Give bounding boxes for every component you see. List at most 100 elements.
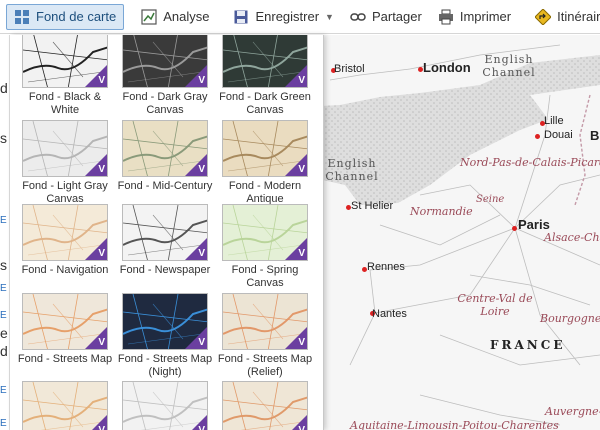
basemap-label: Fond - Newspaper xyxy=(119,264,211,276)
basemap-thumbnail: V xyxy=(22,204,108,261)
vector-badge-label: V xyxy=(98,248,105,259)
vector-badge-label: V xyxy=(198,337,205,348)
analysis-icon xyxy=(141,8,157,25)
basemap-thumbnail: V xyxy=(22,293,108,350)
analysis-button[interactable]: Analyse xyxy=(134,4,216,30)
sea-label: English Channel xyxy=(325,157,379,183)
page-strip-char: s xyxy=(0,130,7,146)
region-label: Auvergne-R xyxy=(545,405,600,418)
city-label: St Helier xyxy=(351,200,394,212)
page-strip-char: d xyxy=(0,343,8,359)
basemap-option[interactable]: V Fond - Dark Green Canvas xyxy=(215,35,315,117)
basemap-option[interactable]: V Fond - Streets Map (Relief) xyxy=(215,293,315,379)
basemap-thumbnail: V xyxy=(122,381,208,430)
save-icon xyxy=(233,9,249,25)
directions-icon xyxy=(534,7,552,26)
country-label: FRANCE xyxy=(490,338,566,352)
basemap-thumbnail: V xyxy=(22,381,108,430)
basemap-thumbnail: V xyxy=(222,120,308,177)
city-marker xyxy=(535,134,540,139)
river-label: Seine xyxy=(476,194,505,205)
basemap-label: Fond - Black & White xyxy=(28,91,102,116)
vector-badge-label: V xyxy=(198,75,205,86)
city-label: Bristol xyxy=(334,63,365,75)
page-strip-char: d xyxy=(0,80,8,96)
basemap-option[interactable]: V Fond - Newspaper xyxy=(115,204,215,277)
basemap-thumbnail: V xyxy=(222,35,308,88)
share-button[interactable]: Partager xyxy=(343,4,429,30)
vector-badge-label: V xyxy=(98,425,105,430)
vector-badge-label: V xyxy=(198,425,205,430)
region-label: Alsace-Cham xyxy=(544,231,600,244)
basemap-thumbnail: V xyxy=(122,293,208,350)
page-strip-char: E xyxy=(0,310,7,321)
basemap-label: Fond - Modern Antique xyxy=(228,180,302,205)
basemap-label: Fond de carte xyxy=(36,9,117,24)
basemap-label: Fond - Mid-Century xyxy=(117,180,213,192)
vector-badge-label: V xyxy=(298,164,305,175)
city-label: Paris xyxy=(518,217,550,232)
basemap-option[interactable]: V Fond - Light Gray Canvas xyxy=(15,120,115,206)
basemap-label: Fond - Light Gray Canvas xyxy=(22,180,108,205)
basemap-thumbnail: V xyxy=(122,120,208,177)
basemap-option[interactable]: V Fond - Spring Canvas xyxy=(215,204,315,290)
city-label: Nantes xyxy=(372,308,407,320)
chevron-down-icon: ▼ xyxy=(325,11,334,22)
directions-button[interactable]: Itinéraire xyxy=(528,4,600,30)
basemap-option[interactable]: V xyxy=(115,381,215,430)
analysis-label: Analyse xyxy=(163,9,210,24)
basemap-label: Fond - Streets Map (Relief) xyxy=(217,353,313,378)
save-label: Enregistrer xyxy=(255,9,320,24)
page-strip-char: s xyxy=(0,257,7,273)
basemap-label: Fond - Dark Gray Canvas xyxy=(122,91,208,116)
printer-icon xyxy=(438,9,454,25)
basemap-option[interactable]: V Fond - Mid-Century xyxy=(115,120,215,193)
print-label: Imprimer xyxy=(459,9,512,24)
basemap-grid-icon xyxy=(14,9,30,25)
region-label: Nord-Pas-de-Calais-Picardie xyxy=(460,156,600,169)
basemap-option[interactable]: V Fond - Streets Map xyxy=(15,293,115,366)
basemap-option[interactable]: V Fond - Modern Antique xyxy=(215,120,315,206)
basemap-thumbnail: V xyxy=(222,204,308,261)
city-label: Lille xyxy=(544,115,564,127)
region-label: Normandie xyxy=(410,205,473,218)
city-label: Douai xyxy=(544,129,573,141)
page-strip-char: E xyxy=(0,283,7,294)
vector-badge-label: V xyxy=(198,248,205,259)
basemap-option[interactable]: V xyxy=(15,381,115,430)
vector-badge-label: V xyxy=(98,337,105,348)
basemap-button[interactable]: Fond de carte xyxy=(6,3,125,30)
region-label: Centre-Val de Loire xyxy=(457,292,533,318)
page-strip-char: E xyxy=(0,385,7,396)
basemap-option[interactable]: V Fond - Black & White xyxy=(15,35,115,117)
basemap-option[interactable]: V Fond - Streets Map (Night) xyxy=(115,293,215,379)
vector-badge-label: V xyxy=(98,75,105,86)
basemap-label: Fond - Streets Map (Night) xyxy=(117,353,213,378)
basemap-label: Fond - Streets Map xyxy=(17,353,113,365)
basemap-label: Fond - Dark Green Canvas xyxy=(219,91,311,116)
basemap-option[interactable]: V xyxy=(215,381,315,430)
link-icon xyxy=(350,9,366,25)
basemap-thumbnail: V xyxy=(222,293,308,350)
print-button[interactable]: Imprimer xyxy=(431,4,518,30)
city-label: B xyxy=(590,128,600,143)
vector-badge-label: V xyxy=(298,425,305,430)
vector-badge-label: V xyxy=(298,337,305,348)
vector-badge-label: V xyxy=(98,164,105,175)
basemap-thumbnail: V xyxy=(22,35,108,88)
city-label: London xyxy=(423,60,471,75)
directions-label: Itinéraire xyxy=(557,9,600,24)
basemap-thumbnail: V xyxy=(222,381,308,430)
toolbar: Fond de carte Analyse Enregistrer ▼ Part… xyxy=(0,0,600,34)
vector-badge-label: V xyxy=(298,75,305,86)
city-label: Rennes xyxy=(367,261,405,273)
city-marker xyxy=(512,226,517,231)
save-button[interactable]: Enregistrer ▼ xyxy=(226,4,341,30)
basemap-label: Fond - Spring Canvas xyxy=(231,264,299,289)
basemap-thumbnail: V xyxy=(122,204,208,261)
basemap-option[interactable]: V Fond - Dark Gray Canvas xyxy=(115,35,215,117)
basemap-option[interactable]: V Fond - Navigation xyxy=(15,204,115,277)
page-strip-char: E xyxy=(0,215,7,226)
sea-label: English Channel xyxy=(482,53,536,79)
basemap-thumbnail: V xyxy=(122,35,208,88)
